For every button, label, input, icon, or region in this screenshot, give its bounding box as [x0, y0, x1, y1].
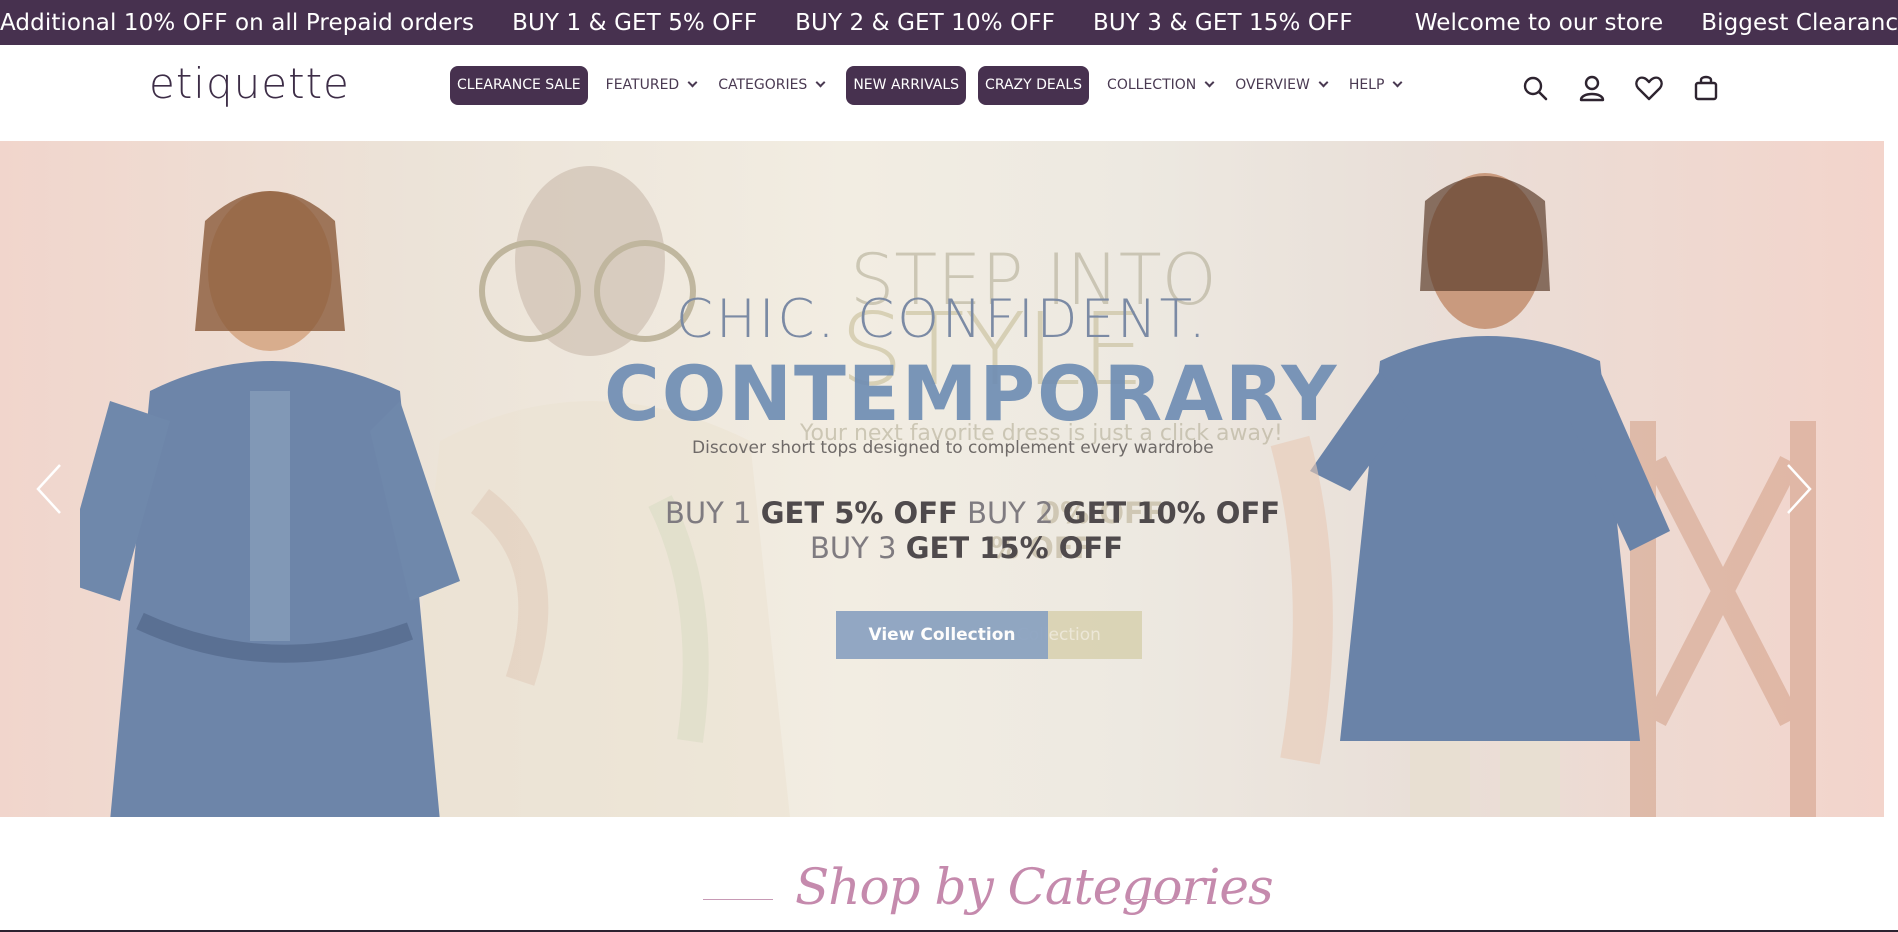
nav-overview-label: OVERVIEW	[1235, 77, 1310, 93]
offer-discount: GET 5% OFF	[760, 496, 958, 530]
chevron-down-icon	[687, 77, 698, 88]
nav-collection-label: COLLECTION	[1107, 77, 1197, 93]
nav-collection[interactable]: COLLECTION	[1107, 77, 1215, 93]
announcement-item: BUY 2 & GET 10% OFF	[795, 9, 1055, 36]
chevron-down-icon	[1392, 77, 1403, 88]
store-logo[interactable]: etiquette	[149, 59, 350, 108]
carousel-next-arrow-icon[interactable]	[1778, 459, 1818, 519]
hero-slide-content: STEP INTO STYLE Your next favorite dress…	[0, 141, 1884, 817]
offer-discount: GET 15% OFF	[905, 531, 1124, 565]
view-collection-button[interactable]: View Collection	[836, 611, 1048, 659]
wishlist-heart-icon[interactable]	[1634, 73, 1664, 103]
main-navigation: CLEARANCE SALE FEATURED CATEGORIES NEW A…	[450, 65, 1423, 105]
hero-offer-line1: BUY 1 GET 5% OFF BUY 2 GET 10% OFF	[665, 496, 1280, 530]
nav-overview[interactable]: OVERVIEW	[1235, 77, 1329, 93]
nav-featured-label: FEATURED	[605, 77, 680, 93]
offer-buy-label: BUY 3	[810, 531, 897, 565]
nav-featured[interactable]: FEATURED	[605, 77, 698, 93]
nav-help-label: HELP	[1348, 77, 1385, 93]
hero-offer-line2: BUY 3 GET 15% OFF	[810, 531, 1123, 565]
title-divider-left	[703, 899, 773, 900]
nav-categories[interactable]: CATEGORIES	[718, 77, 826, 93]
offer-buy-label: BUY 1	[665, 496, 752, 530]
chevron-down-icon	[815, 77, 826, 88]
hero-title-line2: CONTEMPORARY	[604, 349, 1339, 438]
search-icon[interactable]	[1520, 73, 1550, 103]
nav-clearance-sale[interactable]: CLEARANCE SALE	[450, 65, 588, 105]
announcement-item: BUY 1 & GET 5% OFF	[512, 9, 758, 36]
announcement-item: BUY 3 & GET 15% OFF	[1092, 9, 1353, 36]
hero-title-line1: CHIC. CONFIDENT.	[676, 289, 1209, 350]
account-icon[interactable]	[1577, 73, 1607, 103]
offer-discount: GET 10% OFF	[1062, 496, 1281, 530]
nav-new-arrivals[interactable]: NEW ARRIVALS	[846, 65, 967, 105]
section-title-shop-by-categories: Shop by Categories	[795, 858, 1274, 916]
announcement-item: Welcome to our store	[1414, 9, 1664, 36]
hero-subtitle: Discover short tops designed to compleme…	[692, 438, 1214, 458]
announcement-item: Biggest Clearance Yet – Up to 60%	[1701, 9, 1898, 36]
hero-carousel: STEP INTO STYLE Your next favorite dress…	[0, 141, 1884, 817]
announcement-track: Additional 10% OFF on all Prepaid orders…	[0, 0, 1898, 45]
offer-buy-label: BUY 2	[967, 496, 1054, 530]
announcement-bar: Additional 10% OFF on all Prepaid orders…	[0, 0, 1898, 45]
nav-crazy-deals[interactable]: CRAZY DEALS	[978, 65, 1090, 105]
carousel-prev-arrow-icon[interactable]	[30, 459, 70, 519]
cart-bag-icon[interactable]	[1691, 73, 1721, 103]
chevron-down-icon	[1318, 77, 1329, 88]
site-header: etiquette CLEARANCE SALE FEATURED CATEGO…	[0, 45, 1898, 141]
header-icons	[1520, 73, 1748, 103]
nav-categories-label: CATEGORIES	[718, 77, 808, 93]
title-divider-right	[1127, 899, 1197, 900]
nav-help[interactable]: HELP	[1348, 77, 1403, 93]
chevron-down-icon	[1204, 77, 1215, 88]
announcement-item: Additional 10% OFF on all Prepaid orders	[0, 9, 475, 36]
